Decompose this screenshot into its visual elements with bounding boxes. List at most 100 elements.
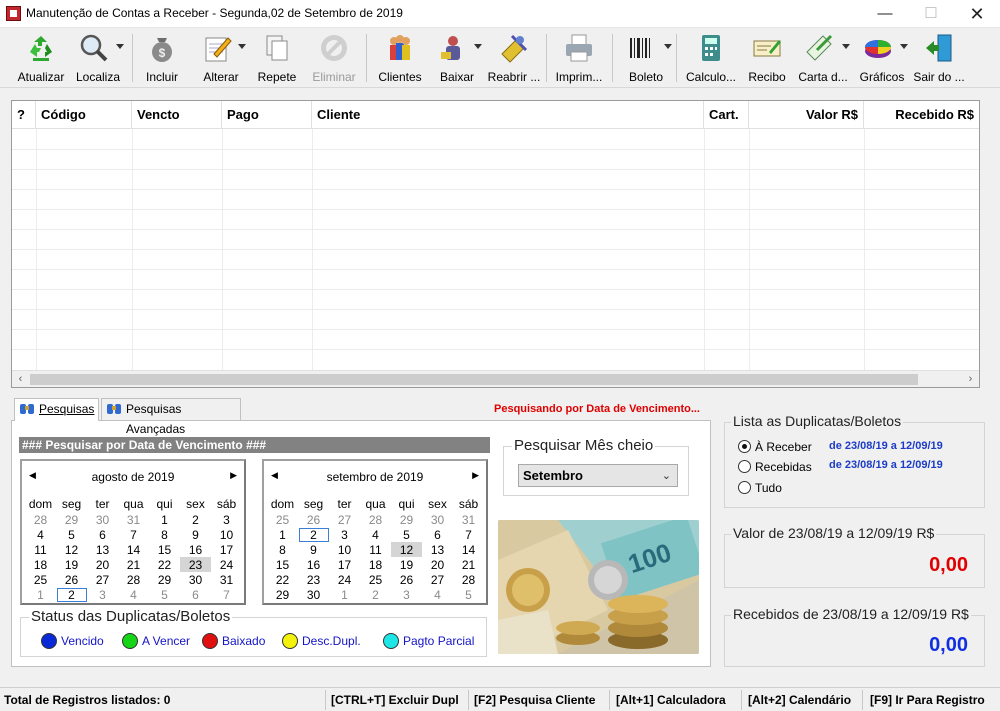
calendar-day[interactable]: 3 bbox=[329, 527, 360, 542]
reabrir-button[interactable]: Reabrir ... bbox=[486, 30, 542, 86]
calculo-button[interactable]: Calculo... bbox=[682, 30, 740, 86]
calendar-day[interactable]: 7 bbox=[118, 527, 149, 542]
calendar-day[interactable]: 26 bbox=[391, 572, 422, 587]
carta-button[interactable]: Carta d... bbox=[796, 30, 850, 86]
radio-recebidas[interactable]: Recebidas bbox=[738, 459, 812, 475]
calendar-day[interactable]: 4 bbox=[422, 587, 453, 602]
scroll-left-icon[interactable]: ‹ bbox=[12, 371, 29, 388]
calendar-day[interactable]: 4 bbox=[118, 587, 149, 602]
calendar-day[interactable]: 31 bbox=[118, 512, 149, 527]
calendar-day[interactable]: 16 bbox=[180, 542, 211, 557]
tab-pesquisas-avancadas[interactable]: Pesquisas Avançadas bbox=[101, 398, 241, 436]
calendar-day-today[interactable]: 2 bbox=[298, 527, 329, 542]
imprimir-button[interactable]: Imprim... bbox=[552, 30, 606, 86]
boleto-button[interactable]: Boleto bbox=[620, 30, 672, 86]
calendar-day[interactable]: 30 bbox=[180, 572, 211, 587]
calendar-day[interactable]: 30 bbox=[422, 512, 453, 527]
tab-pesquisas[interactable]: Pesquisas bbox=[14, 398, 99, 421]
calendar-day[interactable]: 31 bbox=[453, 512, 484, 527]
col-codigo[interactable]: Código bbox=[36, 101, 132, 129]
scroll-thumb[interactable] bbox=[30, 374, 918, 385]
calendar-day[interactable]: 27 bbox=[422, 572, 453, 587]
receivables-grid[interactable]: ? Código Vencto Pago Cliente Cart. Valor… bbox=[11, 100, 980, 388]
calendar-day[interactable]: 18 bbox=[360, 557, 391, 572]
calendar-day[interactable]: 9 bbox=[180, 527, 211, 542]
calendar-day[interactable]: 7 bbox=[453, 527, 484, 542]
calendar-day[interactable]: 24 bbox=[211, 557, 242, 572]
calendar-day[interactable]: 6 bbox=[180, 587, 211, 602]
alterar-button[interactable]: Alterar bbox=[196, 30, 246, 86]
calendar-day[interactable]: 25 bbox=[25, 572, 56, 587]
calendar-day[interactable]: 30 bbox=[298, 587, 329, 602]
calendar-day[interactable]: 29 bbox=[149, 572, 180, 587]
calendar-day[interactable]: 8 bbox=[267, 542, 298, 557]
calendar-day[interactable]: 1 bbox=[25, 587, 56, 602]
calendar-day[interactable]: 9 bbox=[298, 542, 329, 557]
graficos-button[interactable]: Gráficos bbox=[856, 30, 908, 86]
calendar-month-title[interactable]: setembro de 2019 bbox=[264, 470, 486, 484]
calendar-day[interactable]: 18 bbox=[25, 557, 56, 572]
calendar-day[interactable]: 13 bbox=[87, 542, 118, 557]
calendar-day[interactable]: 21 bbox=[118, 557, 149, 572]
calendar-day[interactable]: 17 bbox=[211, 542, 242, 557]
repete-button[interactable]: Repete bbox=[254, 30, 300, 86]
calendar-day[interactable]: 5 bbox=[453, 587, 484, 602]
calendar-day[interactable]: 14 bbox=[453, 542, 484, 557]
calendar-day[interactable]: 23 bbox=[298, 572, 329, 587]
atualizar-button[interactable]: Atualizar bbox=[12, 30, 70, 86]
clientes-button[interactable]: Clientes bbox=[374, 30, 426, 86]
col-recebido[interactable]: Recebido R$ bbox=[864, 101, 979, 129]
calendar-day[interactable]: 4 bbox=[360, 527, 391, 542]
calendar-day[interactable]: 3 bbox=[211, 512, 242, 527]
baixar-button[interactable]: Baixar bbox=[432, 30, 482, 86]
calendar-day[interactable]: 28 bbox=[25, 512, 56, 527]
calendar-day[interactable]: 3 bbox=[87, 587, 118, 602]
calendar-day-today[interactable]: 2 bbox=[56, 587, 87, 602]
calendar-day[interactable]: 2 bbox=[180, 512, 211, 527]
horizontal-scrollbar[interactable]: ‹ › bbox=[12, 370, 979, 387]
calendar-day[interactable]: 4 bbox=[25, 527, 56, 542]
calendar-day[interactable]: 28 bbox=[118, 572, 149, 587]
calendar-day[interactable]: 15 bbox=[149, 542, 180, 557]
eliminar-button[interactable]: Eliminar bbox=[308, 30, 360, 86]
calendar-day[interactable]: 19 bbox=[391, 557, 422, 572]
next-month-icon[interactable]: ▶ bbox=[230, 470, 237, 481]
shortcut-excluir[interactable]: [CTRL+T] Excluir Dupl bbox=[331, 693, 459, 707]
radio-a-receber[interactable]: À Receber bbox=[738, 439, 812, 455]
calendar-day[interactable]: 11 bbox=[25, 542, 56, 557]
calendar-day[interactable]: 6 bbox=[422, 527, 453, 542]
sair-button[interactable]: Sair do ... bbox=[912, 30, 966, 86]
calendar-day[interactable]: 1 bbox=[329, 587, 360, 602]
calendar-day[interactable]: 29 bbox=[267, 587, 298, 602]
calendar-day[interactable]: 5 bbox=[149, 587, 180, 602]
calendar-day[interactable]: 7 bbox=[211, 587, 242, 602]
localiza-button[interactable]: Localiza bbox=[72, 30, 124, 86]
calendar-day-selected[interactable]: 12 bbox=[391, 542, 422, 557]
calendar-day[interactable]: 24 bbox=[329, 572, 360, 587]
calendar-day[interactable]: 22 bbox=[267, 572, 298, 587]
shortcut-ir-registro[interactable]: [F9] Ir Para Registro bbox=[870, 693, 985, 707]
calendar-day[interactable]: 27 bbox=[329, 512, 360, 527]
calendar-day[interactable]: 19 bbox=[56, 557, 87, 572]
col-vencto[interactable]: Vencto bbox=[132, 101, 222, 129]
carta-dropdown-icon[interactable] bbox=[842, 44, 850, 49]
calendar-september[interactable]: ◀ setembro de 2019 ▶ dom seg ter qua qui… bbox=[262, 459, 488, 605]
calendar-day[interactable]: 28 bbox=[360, 512, 391, 527]
shortcut-pesquisa-cliente[interactable]: [F2] Pesquisa Cliente bbox=[474, 693, 595, 707]
chevron-down-icon[interactable]: ⌄ bbox=[662, 466, 671, 487]
radio-tudo[interactable]: Tudo bbox=[738, 480, 782, 496]
calendar-day[interactable]: 10 bbox=[329, 542, 360, 557]
calendar-day[interactable]: 21 bbox=[453, 557, 484, 572]
calendar-day[interactable]: 5 bbox=[56, 527, 87, 542]
calendar-day[interactable]: 20 bbox=[87, 557, 118, 572]
calendar-day[interactable]: 14 bbox=[118, 542, 149, 557]
calendar-day[interactable]: 25 bbox=[360, 572, 391, 587]
calendar-day[interactable]: 29 bbox=[391, 512, 422, 527]
calendar-day[interactable]: 8 bbox=[149, 527, 180, 542]
calendar-day[interactable]: 26 bbox=[298, 512, 329, 527]
calendar-month-title[interactable]: agosto de 2019 bbox=[22, 470, 244, 484]
col-status[interactable]: ? bbox=[12, 101, 36, 129]
calendar-day[interactable]: 27 bbox=[87, 572, 118, 587]
calendar-day-selected[interactable]: 23 bbox=[180, 557, 211, 572]
col-pago[interactable]: Pago bbox=[222, 101, 312, 129]
